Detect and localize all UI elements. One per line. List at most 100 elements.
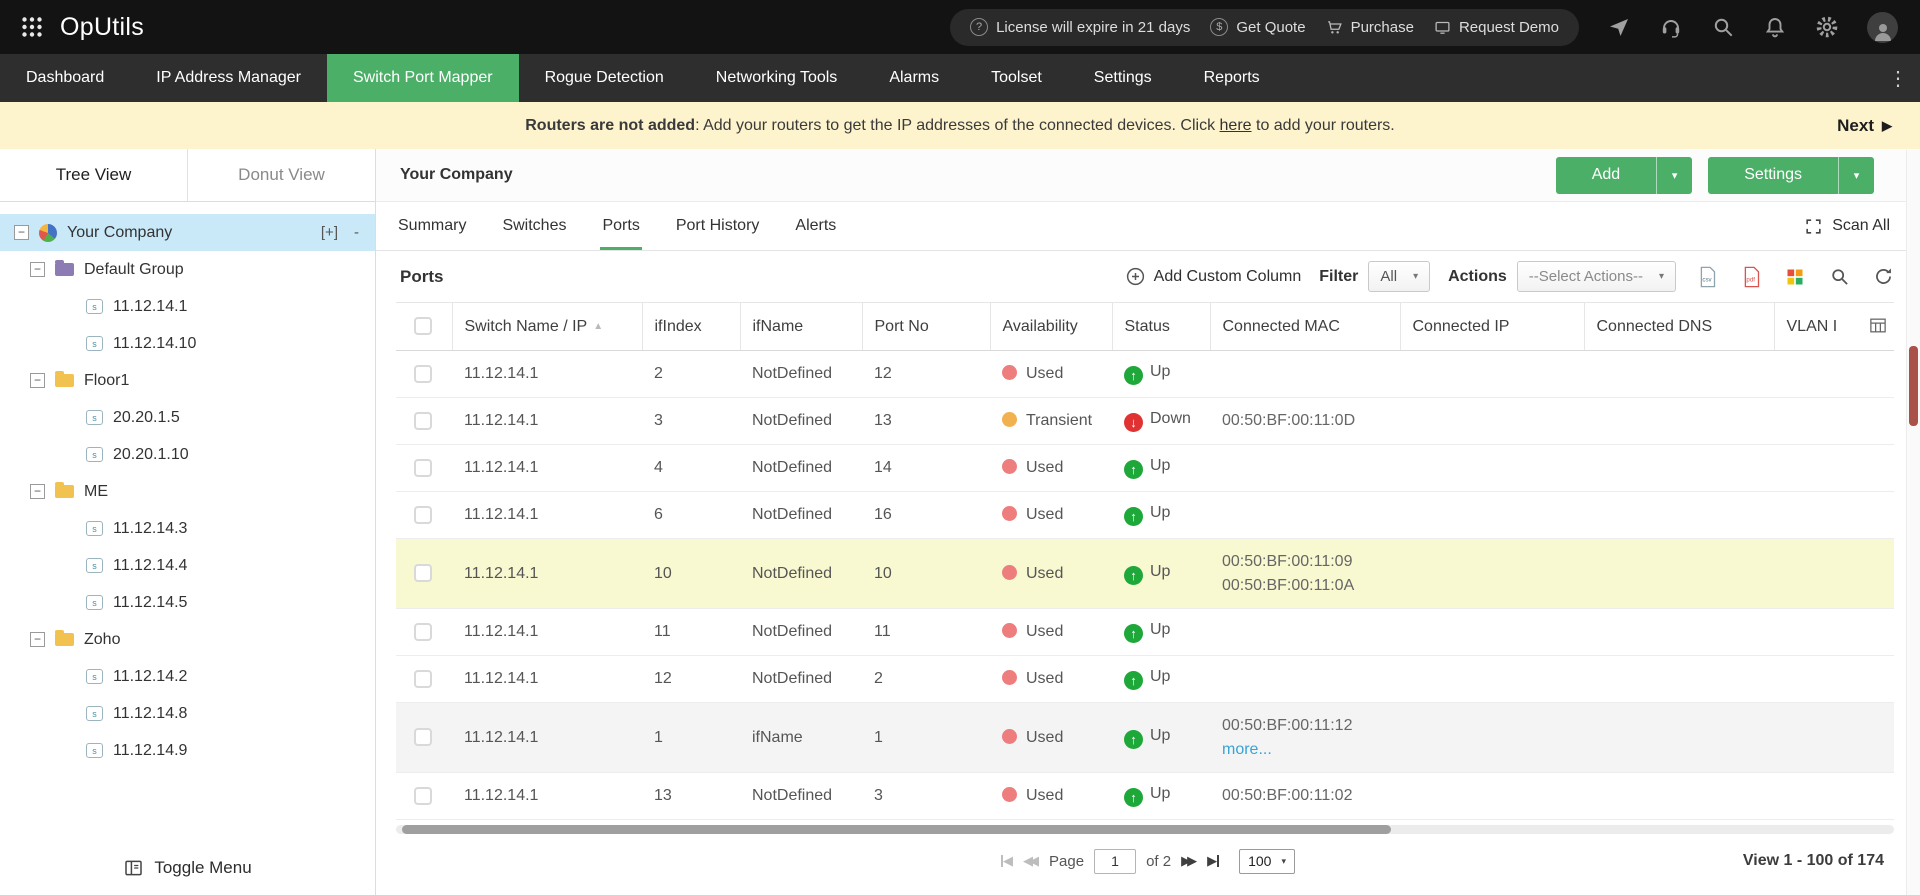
page-size-select[interactable]: 100 ▾ [1239,849,1295,874]
add-dropdown-caret-icon[interactable]: ▾ [1656,157,1692,194]
tree-root-your-company[interactable]: − Your Company [+] - [0,214,375,251]
column-chooser-icon[interactable] [1868,316,1888,335]
column-header-port-no[interactable]: Port No [862,303,990,351]
nav-overflow-icon[interactable]: ⋮ [1888,54,1908,102]
tree-device-11-12-14-1[interactable]: s 11.12.14.1 [0,288,375,325]
scan-all-button[interactable]: Scan All [1804,202,1890,250]
row-checkbox[interactable] [414,459,432,477]
tree-device-11-12-14-5[interactable]: s 11.12.14.5 [0,584,375,621]
user-avatar[interactable] [1867,12,1898,43]
nav-item-ip-address-manager[interactable]: IP Address Manager [130,54,327,102]
collapse-expander-icon[interactable]: − [30,262,45,277]
page-input[interactable] [1094,849,1136,874]
banner-next-button[interactable]: Next▶ [1837,116,1892,136]
table-row[interactable]: 11.12.14.1 13 NotDefined 3 Used ↑Up 00:5… [396,773,1894,820]
send-feedback-icon[interactable] [1607,15,1631,39]
row-checkbox[interactable] [414,728,432,746]
add-routers-link[interactable]: here [1220,117,1252,134]
tree-device-11-12-14-4[interactable]: s 11.12.14.4 [0,547,375,584]
collapse-expander-icon[interactable]: − [30,373,45,388]
nav-item-dashboard[interactable]: Dashboard [0,54,130,102]
export-csv-button[interactable]: csv [1694,264,1720,290]
tree-device-11-12-14-2[interactable]: s 11.12.14.2 [0,658,375,695]
table-row[interactable]: 11.12.14.1 10 NotDefined 10 Used ↑Up 00:… [396,539,1894,609]
column-header-connected-ip[interactable]: Connected IP [1400,303,1584,351]
column-header-ifindex[interactable]: ifIndex [642,303,740,351]
export-pdf-button[interactable]: pdf [1738,264,1764,290]
request-demo-link[interactable]: Request Demo [1434,19,1559,36]
column-header-connected-dns[interactable]: Connected DNS [1584,303,1774,351]
refresh-icon[interactable] [1870,264,1896,290]
pager-prev-button[interactable]: ◀◀ [1023,853,1039,869]
filter-dropdown[interactable]: All ▾ [1368,261,1430,292]
get-quote-link[interactable]: $ Get Quote [1210,18,1305,36]
column-header-status[interactable]: Status [1112,303,1210,351]
tree-group-me[interactable]: − ME [0,473,375,510]
horizontal-scrollbar-thumb[interactable] [402,825,1391,834]
tree-device-20-20-1-5[interactable]: s 20.20.1.5 [0,399,375,436]
pager-next-button[interactable]: ▶▶ [1181,853,1197,869]
search-icon[interactable] [1711,15,1735,39]
row-checkbox[interactable] [414,787,432,805]
column-color-grid-icon[interactable] [1782,264,1808,290]
table-row[interactable]: 11.12.14.1 4 NotDefined 14 Used ↑Up [396,445,1894,492]
tab-port-history[interactable]: Port History [676,202,760,250]
row-checkbox[interactable] [414,564,432,582]
tree-device-11-12-14-9[interactable]: s 11.12.14.9 [0,732,375,769]
row-checkbox[interactable] [414,365,432,383]
nav-item-settings[interactable]: Settings [1068,54,1178,102]
table-search-icon[interactable] [1826,264,1852,290]
table-row[interactable]: 11.12.14.1 3 NotDefined 13 Transient ↓Do… [396,398,1894,445]
app-launcher-icon[interactable] [20,15,44,39]
tree-collapse-control[interactable]: - [354,224,359,241]
tree-group-floor1[interactable]: − Floor1 [0,362,375,399]
table-row[interactable]: 11.12.14.1 1 ifName 1 Used ↑Up 00:50:BF:… [396,703,1894,773]
table-row[interactable]: 11.12.14.1 6 NotDefined 16 Used ↑Up [396,492,1894,539]
notifications-bell-icon[interactable] [1763,15,1787,39]
tree-device-11-12-14-8[interactable]: s 11.12.14.8 [0,695,375,732]
table-row[interactable]: 11.12.14.1 2 NotDefined 12 Used ↑Up [396,351,1894,398]
tab-alerts[interactable]: Alerts [795,202,836,250]
settings-gear-icon[interactable] [1815,15,1839,39]
actions-dropdown[interactable]: --Select Actions-- ▾ [1517,261,1676,292]
tab-ports[interactable]: Ports [602,202,639,250]
column-header-availability[interactable]: Availability [990,303,1112,351]
nav-item-rogue-detection[interactable]: Rogue Detection [519,54,690,102]
nav-item-networking-tools[interactable]: Networking Tools [690,54,864,102]
collapse-expander-icon[interactable]: − [14,225,29,240]
settings-dropdown-caret-icon[interactable]: ▾ [1838,157,1874,194]
vertical-scrollbar-thumb[interactable] [1909,346,1918,426]
tab-summary[interactable]: Summary [398,202,466,250]
nav-item-alarms[interactable]: Alarms [863,54,965,102]
row-checkbox[interactable] [414,670,432,688]
tree-group-default-group[interactable]: − Default Group [0,251,375,288]
pager-first-button[interactable]: ◀ [1001,853,1013,869]
add-button[interactable]: Add ▾ [1556,157,1692,194]
tab-switches[interactable]: Switches [502,202,566,250]
collapse-expander-icon[interactable]: − [30,484,45,499]
toggle-menu-button[interactable]: Toggle Menu [0,841,375,895]
tree-device-20-20-1-10[interactable]: s 20.20.1.10 [0,436,375,473]
nav-item-reports[interactable]: Reports [1178,54,1286,102]
pager-last-button[interactable]: ▶ [1207,853,1219,869]
row-checkbox[interactable] [414,506,432,524]
add-custom-column-button[interactable]: Add Custom Column [1125,266,1302,287]
table-row[interactable]: 11.12.14.1 12 NotDefined 2 Used ↑Up [396,656,1894,703]
select-all-checkbox[interactable] [414,317,432,335]
tree-device-11-12-14-10[interactable]: s 11.12.14.10 [0,325,375,362]
tree-add-group-control[interactable]: [+] [321,224,338,241]
nav-item-switch-port-mapper[interactable]: Switch Port Mapper [327,54,519,102]
app-logo[interactable]: OpUtils [60,13,144,42]
support-headset-icon[interactable] [1659,15,1683,39]
sidebar-tab-tree-view[interactable]: Tree View [0,149,187,201]
sidebar-tab-donut-view[interactable]: Donut View [187,149,375,201]
column-header-ifname[interactable]: ifName [740,303,862,351]
settings-button[interactable]: Settings ▾ [1708,157,1874,194]
tree-device-11-12-14-3[interactable]: s 11.12.14.3 [0,510,375,547]
more-macs-link[interactable]: more... [1222,738,1388,762]
row-checkbox[interactable] [414,623,432,641]
column-header-switch-name-ip[interactable]: Switch Name / IP▲ [452,303,642,351]
nav-item-toolset[interactable]: Toolset [965,54,1068,102]
column-header-connected-mac[interactable]: Connected MAC [1210,303,1400,351]
table-row[interactable]: 11.12.14.1 11 NotDefined 11 Used ↑Up [396,609,1894,656]
